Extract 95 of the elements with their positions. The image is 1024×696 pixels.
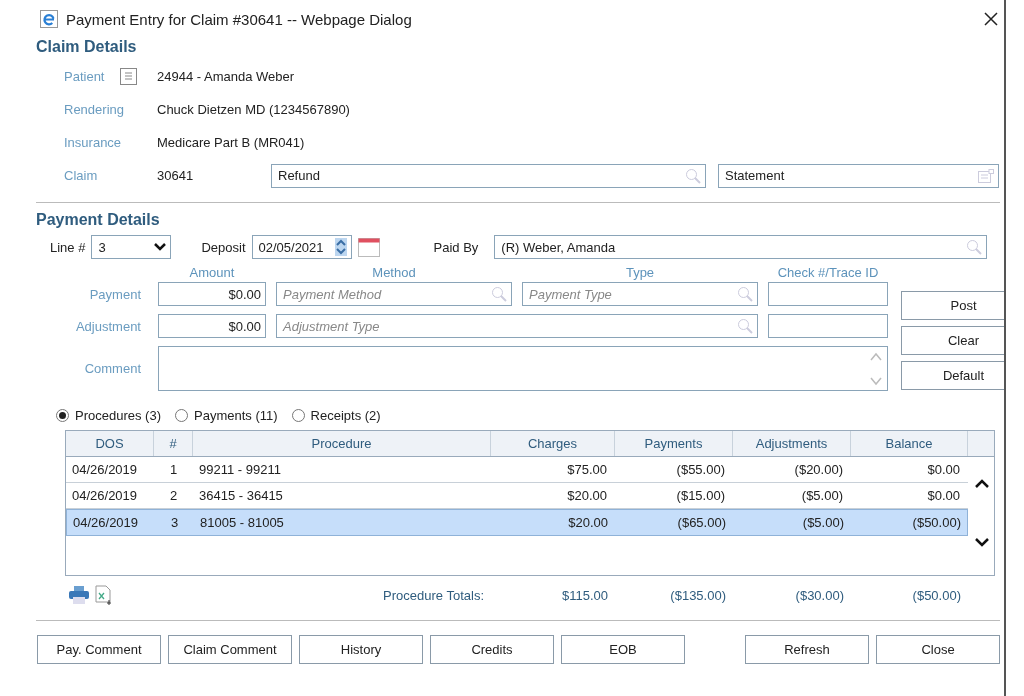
table-cell-text: 99211 - 99211 [198,462,282,477]
footer-button[interactable]: History [299,635,423,664]
table-cell-text: 04/26/2019 [71,488,139,503]
table-cell-text: 2 [168,488,179,503]
table-cell-text: 3 [169,515,180,530]
action-button[interactable]: Default [901,361,1004,390]
table-cell-text: 81005 - 81005 [199,515,285,530]
table-row[interactable]: 04/26/2019 1 99211 - 99211 $75.00 ($55.00) ($20.00) $0.00 [66,457,968,483]
table-row[interactable]: 04/26/2019 3 81005 - 81005 $20.00 ($65.00) ($5.00) ($50.00) [66,509,968,536]
total-value: ($50.00) [911,587,962,603]
chevron-down-icon [154,243,167,251]
field-label: Comment [83,361,142,376]
footer-button[interactable]: Pay. Comment [37,635,161,664]
total-value: ($135.00) [669,587,727,603]
radio-button[interactable] [291,408,305,422]
field-label: Line # [50,239,86,255]
table-cell-text: ($50.00) [911,515,962,530]
footer-button[interactable]: Close [876,635,1000,664]
action-button[interactable]: Clear [901,326,1004,355]
spinner-icon[interactable] [334,238,347,256]
totals-label: Procedure Totals: [382,587,485,603]
column-header: # [154,431,193,456]
field-label: Paid By [433,239,479,255]
field-value: Chuck Dietzen MD (1234567890) [157,102,350,117]
table-cell-text: 04/26/2019 [72,515,140,530]
radio-label[interactable]: Payments (11) [194,407,278,423]
window-title: Payment Entry for Claim #30641 -- Webpage Dialog [66,10,413,28]
column-header: Payments [615,431,733,456]
field-label: Deposit [201,239,246,255]
check-number-field[interactable] [768,314,888,338]
printer-icon[interactable] [69,586,89,604]
column-header: Type [624,265,656,280]
field-label: Payment [88,286,142,302]
table-cell-text: $0.00 [926,462,961,477]
table-cell-text: ($55.00) [675,462,726,477]
radio-button[interactable] [56,408,69,422]
field-value: 24944 - Amanda Weber [157,69,295,84]
section-heading: Payment Details [36,211,161,230]
footer-button[interactable]: Refresh [745,635,869,664]
table-cell-text: ($20.00) [793,462,844,477]
comment-field[interactable] [158,346,888,391]
table-cell-text: $75.00 [566,462,608,477]
payment-type-field[interactable]: Payment Type [522,282,758,306]
table-cell-text: ($5.00) [800,488,844,503]
close-icon[interactable] [984,12,998,26]
field-label: Adjustment [74,318,142,334]
column-header: Method [371,265,417,280]
column-header: Check #/Trace ID [776,265,880,280]
action-button[interactable]: Post [901,291,1004,320]
scroll-up-icon[interactable] [975,479,989,489]
total-value: $115.00 [560,587,609,603]
line-dropdown[interactable]: 3 [91,235,172,259]
field-label: Claim [64,168,99,183]
browser-icon [40,10,58,28]
table-cell-text: ($5.00) [801,515,845,530]
table-cell-text: ($15.00) [675,488,726,503]
check-number-field[interactable] [768,282,888,306]
paid-by-field[interactable]: (R) Weber, Amanda [494,235,988,259]
column-header: Charges [491,431,615,456]
field-value: Medicare Part B (MR041) [157,135,305,150]
field-label: Patient [64,69,106,84]
radio-button[interactable] [175,408,188,422]
total-value: ($30.00) [794,587,845,603]
calendar-icon[interactable] [357,237,380,257]
scroll-down-icon[interactable] [975,537,989,547]
deposit-date-field[interactable]: 02/05/2021 [251,235,352,259]
column-header: DOS [66,431,154,456]
field-value: 30641 [157,168,195,183]
radio-label[interactable]: Procedures (3) [75,407,161,423]
refund-field[interactable]: Refund [271,163,706,188]
table-cell-text: $20.00 [567,515,609,530]
field-label: Rendering [64,102,125,117]
amount-field[interactable]: $0.00 [158,314,266,338]
column-header: Amount [188,265,236,280]
table-cell-text: 1 [168,462,179,477]
footer-button[interactable]: Claim Comment [168,635,292,664]
spreadsheet-export-icon[interactable] [95,585,113,605]
column-header: Adjustments [733,431,851,456]
amount-field[interactable]: $0.00 [158,282,266,306]
adjustment-type-field[interactable]: Adjustment Type [276,314,758,338]
statement-field[interactable]: Statement [718,163,999,188]
table-cell-text: $0.00 [926,488,961,503]
column-header: Procedure [193,431,491,456]
radio-label[interactable]: Receipts (2) [310,407,381,423]
table-cell-text: $20.00 [566,488,608,503]
table-cell-text: ($65.00) [676,515,727,530]
footer-button[interactable]: Credits [430,635,554,664]
table-cell-text: 04/26/2019 [71,462,139,477]
document-icon[interactable] [120,68,137,85]
section-heading: Claim Details [36,38,138,57]
footer-button[interactable]: EOB [561,635,685,664]
payment-method-field[interactable]: Payment Method [276,282,512,306]
field-label: Insurance [64,135,123,150]
table-cell-text: 36415 - 36415 [198,488,284,503]
column-header: Balance [851,431,968,456]
